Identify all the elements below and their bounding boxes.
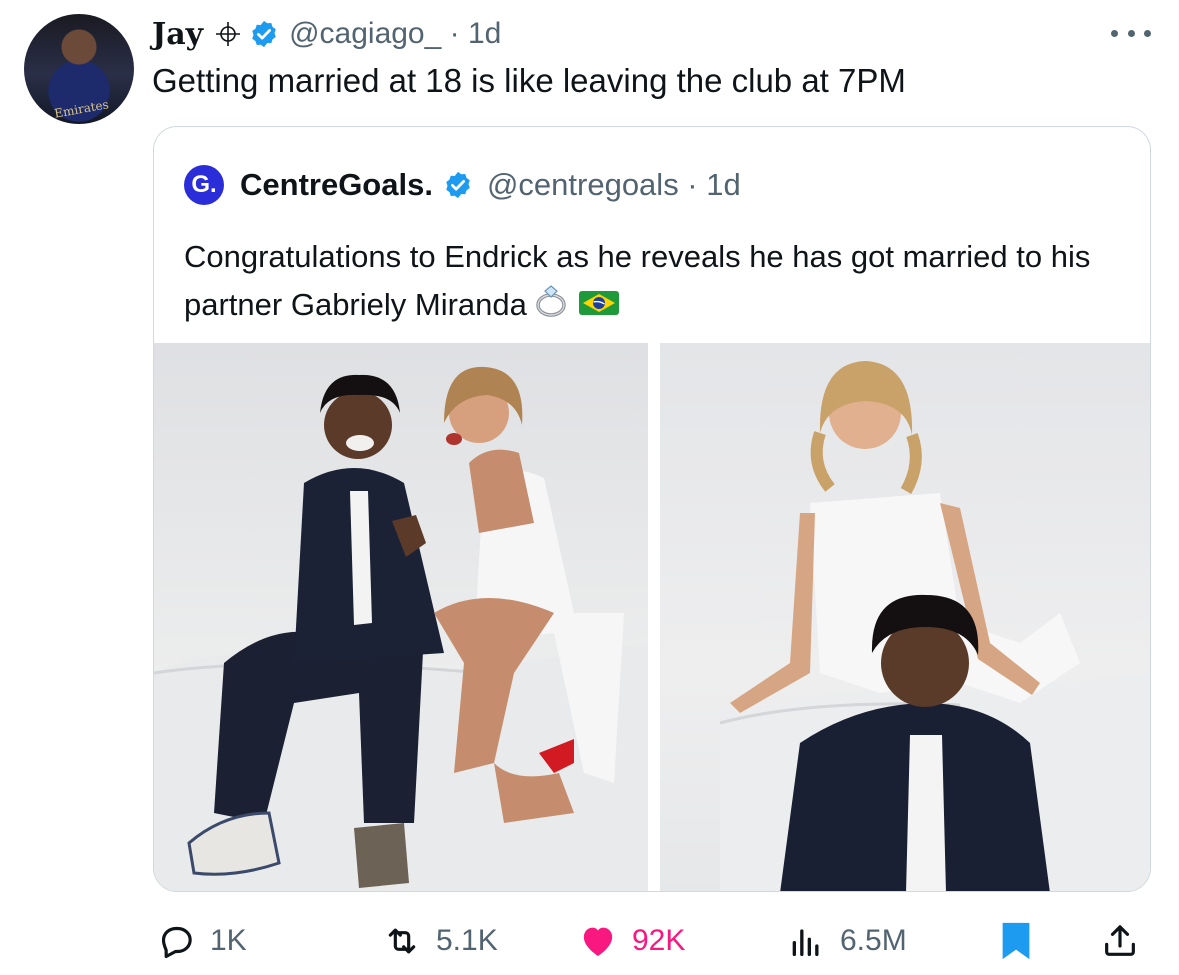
quoted-author-handle-time[interactable]: @centregoals · 1d	[487, 167, 741, 203]
brazil-flag-emoji	[578, 283, 619, 331]
avatar-shirt-text: Emirates	[53, 97, 110, 121]
ring-emoji	[533, 282, 573, 332]
quoted-media-grid	[154, 343, 1150, 891]
media-photo-1[interactable]	[154, 343, 648, 891]
verified-badge-icon	[252, 20, 276, 48]
author-name[interactable]: Jay	[152, 17, 203, 52]
repost-button[interactable]: 5.1K	[382, 916, 498, 966]
quoted-author-name[interactable]: CentreGoals.	[240, 167, 433, 203]
more-dot	[1127, 29, 1135, 37]
like-count: 92K	[632, 924, 686, 957]
author-avatar[interactable]: Emirates	[24, 14, 134, 124]
views-button[interactable]: 6.5M	[786, 916, 907, 966]
bookmark-button[interactable]	[998, 916, 1034, 966]
verified-badge-icon	[446, 171, 470, 199]
tweet-text: Getting married at 18 is like leaving th…	[152, 62, 906, 99]
reply-button[interactable]: 1K	[156, 916, 247, 966]
more-options-icon[interactable]	[1111, 26, 1151, 40]
quoted-tweet-text: Congratulations to Endrick as he reveals…	[184, 233, 1124, 332]
heart-filled-icon	[583, 927, 613, 956]
reply-count: 1K	[210, 924, 247, 957]
repost-count: 5.1K	[436, 924, 498, 957]
views-chart-icon	[792, 929, 819, 956]
share-button[interactable]	[1100, 916, 1140, 966]
more-dot	[1111, 29, 1118, 37]
author-handle-time[interactable]: @cagiago_ · 1d	[289, 17, 501, 51]
media-photo-2[interactable]	[660, 343, 1150, 891]
quoted-tweet-text-content: Congratulations to Endrick as he reveals…	[184, 239, 1091, 322]
bookmark-filled-icon	[1002, 922, 1030, 960]
action-bar: 1K 5.1K 92K 6.5M	[150, 916, 1150, 966]
view-count: 6.5M	[840, 924, 907, 957]
like-button[interactable]: 92K	[578, 916, 685, 966]
reply-icon	[161, 926, 192, 959]
crosshair-icon	[216, 22, 241, 46]
quoted-tweet-header: G. CentreGoals. @centregoals · 1d	[184, 165, 741, 205]
share-icon	[1105, 925, 1135, 956]
repost-icon	[388, 928, 416, 954]
quoted-author-avatar[interactable]: G.	[184, 165, 224, 205]
tweet-header: Jay @cagiago_ · 1d	[152, 14, 501, 54]
quoted-tweet[interactable]: G. CentreGoals. @centregoals · 1d Congra…	[153, 126, 1151, 892]
more-dot	[1144, 29, 1151, 37]
